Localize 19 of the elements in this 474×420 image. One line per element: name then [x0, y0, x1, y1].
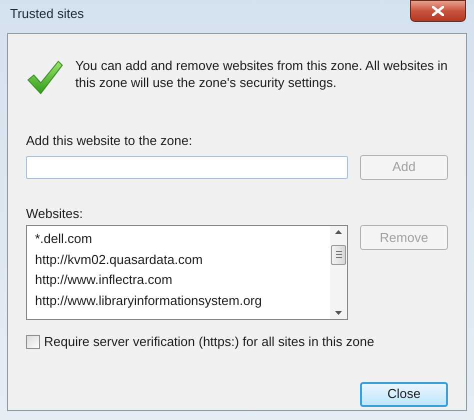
scrollbar[interactable]	[330, 226, 347, 319]
close-button[interactable]: Close	[360, 382, 448, 406]
website-item[interactable]: http://kvm02.quasardata.com	[34, 250, 204, 270]
list-label: Websites:	[26, 204, 84, 222]
close-icon	[432, 6, 444, 16]
scroll-up-icon[interactable]	[335, 230, 342, 234]
website-item[interactable]: *.dell.com	[34, 229, 94, 250]
scroll-down-icon[interactable]	[335, 311, 342, 315]
checkbox[interactable]	[26, 334, 40, 349]
field-label: Add this website to the zone:	[26, 132, 194, 150]
window-title: Trusted sites	[10, 5, 84, 23]
website-input-field[interactable]	[26, 156, 348, 178]
website-item[interactable]: http://www.libraryinformationsystem.org	[34, 290, 263, 311]
scroll-thumb[interactable]	[331, 244, 346, 264]
info-text: You can add and remove websites from this zone. All websites in this zone will use the zone's security settings.	[75, 57, 448, 91]
checkbox-label: Require server verification (https:) for all sites in this zone	[44, 333, 374, 351]
checkmark-icon	[26, 58, 64, 96]
website-item[interactable]: http://www.inflectra.com	[34, 270, 174, 290]
close-window-button[interactable]	[410, 0, 466, 22]
